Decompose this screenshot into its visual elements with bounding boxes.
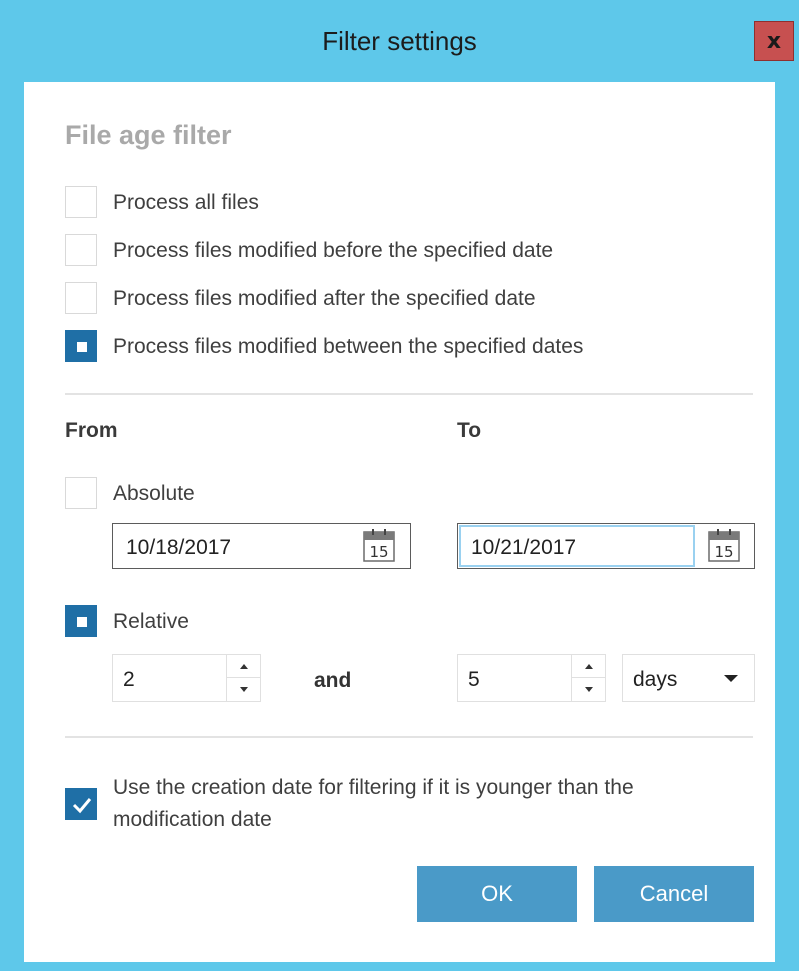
chevron-down-icon <box>724 675 738 682</box>
dialog-content: File age filter Process all files Proces… <box>24 82 775 962</box>
filter-settings-window: Filter settings x File age filter Proces… <box>0 0 799 971</box>
decrement-button[interactable] <box>572 678 605 701</box>
option-all-files-label[interactable]: Process all files <box>113 191 259 215</box>
from-relative-stepper[interactable]: 2 <box>112 654 261 702</box>
option-after-date-checkbox[interactable] <box>65 282 97 314</box>
option-all-files-checkbox[interactable] <box>65 186 97 218</box>
close-icon: x <box>766 28 782 54</box>
close-button[interactable]: x <box>754 21 794 61</box>
section-title: File age filter <box>65 120 232 150</box>
absolute-checkbox[interactable] <box>65 477 97 509</box>
ok-button[interactable]: OK <box>417 866 577 922</box>
increment-button[interactable] <box>572 655 605 678</box>
check-icon <box>72 798 92 814</box>
svg-text:15: 15 <box>714 543 733 561</box>
option-before-date-label[interactable]: Process files modified before the specif… <box>113 239 553 263</box>
calendar-icon[interactable]: 15 <box>708 529 740 562</box>
from-relative-value[interactable]: 2 <box>123 668 135 692</box>
and-label: and <box>314 669 352 692</box>
option-before-date-checkbox[interactable] <box>65 234 97 266</box>
window-title: Filter settings <box>322 26 477 56</box>
to-date-value[interactable]: 10/21/2017 <box>471 536 576 560</box>
title-bar[interactable]: Filter settings x <box>0 0 799 82</box>
to-date-picker[interactable]: 10/21/2017 15 <box>457 523 755 569</box>
from-label: From <box>65 419 118 442</box>
chevron-up-icon <box>584 663 593 669</box>
increment-button[interactable] <box>227 655 260 678</box>
chevron-up-icon <box>239 663 248 669</box>
divider <box>65 393 753 395</box>
relative-label[interactable]: Relative <box>113 610 189 634</box>
relative-checkbox[interactable] <box>65 605 97 637</box>
chevron-down-icon <box>239 687 248 692</box>
chevron-down-icon <box>584 687 593 692</box>
time-unit-value: days <box>633 668 678 691</box>
to-label: To <box>457 419 482 442</box>
divider <box>65 736 753 738</box>
from-date-picker[interactable]: 10/18/2017 15 <box>112 523 411 569</box>
to-relative-stepper[interactable]: 5 <box>457 654 606 702</box>
option-between-dates-label[interactable]: Process files modified between the speci… <box>113 335 583 359</box>
svg-text:15: 15 <box>369 543 388 561</box>
decrement-button[interactable] <box>227 678 260 701</box>
from-date-value[interactable]: 10/18/2017 <box>126 536 231 560</box>
option-between-dates-checkbox[interactable] <box>65 330 97 362</box>
absolute-label[interactable]: Absolute <box>113 482 195 506</box>
creation-date-checkbox[interactable] <box>65 788 97 820</box>
cancel-button[interactable]: Cancel <box>594 866 754 922</box>
calendar-icon[interactable]: 15 <box>363 529 395 562</box>
time-unit-select[interactable]: days <box>622 654 755 702</box>
option-after-date-label[interactable]: Process files modified after the specifi… <box>113 287 536 311</box>
creation-date-label-line2[interactable]: modification date <box>113 808 272 832</box>
to-relative-value[interactable]: 5 <box>468 668 480 692</box>
creation-date-label-line1[interactable]: Use the creation date for filtering if i… <box>113 776 634 800</box>
